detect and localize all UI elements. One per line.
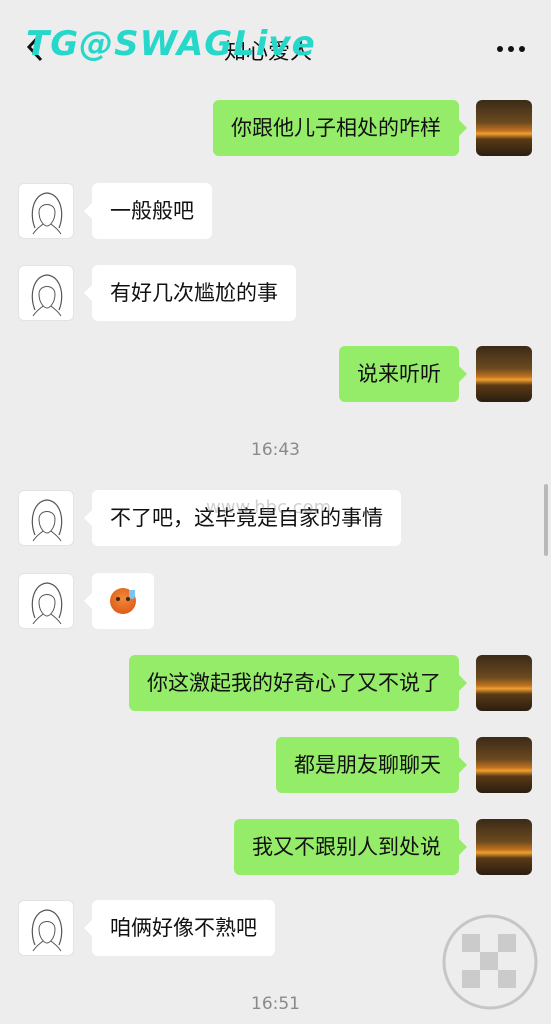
contact-avatar[interactable] <box>18 183 74 239</box>
message-bubble-sent[interactable]: 我又不跟别人到处说 <box>234 819 467 875</box>
message-bubble-sent[interactable]: 都是朋友聊聊天 <box>276 737 467 793</box>
my-avatar[interactable] <box>476 346 532 402</box>
message-bubble-received[interactable] <box>84 573 154 629</box>
my-avatar[interactable] <box>476 655 532 711</box>
watermark-text: TG@SWAGLive <box>26 24 316 64</box>
mosaic-watermark-icon <box>442 914 538 1010</box>
woman-sketch-icon <box>31 499 63 542</box>
my-avatar[interactable] <box>476 737 532 793</box>
message-bubble-received[interactable]: 咱俩好像不熟吧 <box>84 900 275 956</box>
message-bubble-received[interactable]: 有好几次尴尬的事 <box>84 265 296 321</box>
my-avatar[interactable] <box>476 819 532 875</box>
woman-sketch-icon <box>31 582 63 625</box>
message-bubble-sent[interactable]: 说来听听 <box>339 346 467 402</box>
chat-header: 知心爱人 TG@SWAGLive <box>0 0 551 92</box>
contact-avatar[interactable] <box>18 573 74 629</box>
sweat-face-emoji <box>110 588 136 614</box>
timestamp: 16:43 <box>251 440 300 460</box>
middle-watermark: www.hbc.com <box>206 497 332 518</box>
more-dots-icon <box>497 46 503 52</box>
scrollbar[interactable] <box>544 484 548 556</box>
contact-avatar[interactable] <box>18 900 74 956</box>
message-bubble-sent[interactable]: 你这激起我的好奇心了又不说了 <box>129 655 467 711</box>
woman-sketch-icon <box>31 909 63 952</box>
more-button[interactable] <box>492 46 525 54</box>
my-avatar[interactable] <box>476 100 532 156</box>
message-bubble-sent[interactable]: 你跟他儿子相处的咋样 <box>213 100 467 156</box>
contact-avatar[interactable] <box>18 265 74 321</box>
woman-sketch-icon <box>31 192 63 235</box>
message-bubble-received[interactable]: 一般般吧 <box>84 183 212 239</box>
contact-avatar[interactable] <box>18 490 74 546</box>
woman-sketch-icon <box>31 274 63 317</box>
